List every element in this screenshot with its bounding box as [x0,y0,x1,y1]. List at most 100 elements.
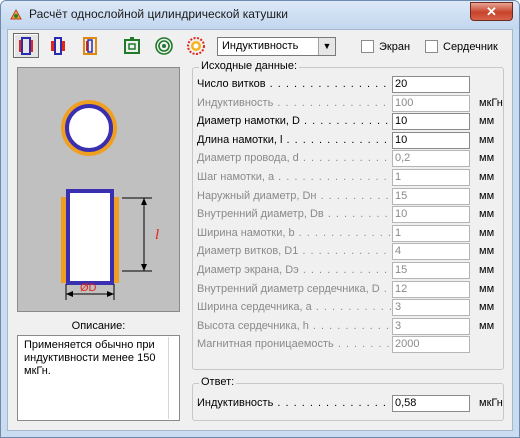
answer-row: Индуктивность . . . . . . . . . . . . . … [197,395,503,414]
client-area: Индуктивность ▼ Экран Сердечник l ØD Опи… [7,29,513,431]
param-label: Ширина сердечника, a . . . . . . . . . .… [197,301,391,313]
param-unit: мм [479,226,495,239]
param-unit: мм [479,171,495,183]
param-unit: мм [479,133,495,146]
param-input[interactable]: 2000 [392,336,470,354]
input-data-group: Исходные данные: Число витков . . . . . … [192,60,504,370]
core-checkbox[interactable]: Сердечник [425,40,498,53]
param-input[interactable]: 20 [392,76,470,93]
shielded-coil-tool-button[interactable] [77,33,103,58]
param-row: Наружный диаметр, Dн . . . . . . . . . .… [197,187,497,207]
param-input[interactable]: 12 [392,280,470,298]
param-unit: мм [479,264,495,276]
param-label-text: Число витков [197,78,266,90]
screen-checkbox[interactable]: Экран [361,40,410,53]
length-arrow-bottom [141,264,147,271]
param-input[interactable]: 10 [392,206,470,224]
param-label-text: Длина намотки, l [197,133,283,146]
param-input[interactable]: 1 [392,169,470,186]
param-unit: мм [479,282,495,295]
answer-label-text: Индуктивность [197,397,274,409]
param-input[interactable]: 0,2 [392,150,470,168]
param-input[interactable]: 100 [392,94,470,112]
param-label-text: Индуктивность [197,96,274,109]
answer-label-dots: . . . . . . . . . . . . . . . . . . . . … [277,397,391,409]
window-title: Расчёт однослойной цилиндрической катушк… [29,7,288,21]
param-row: Диаметр экрана, Dэ . . . . . . . . . . .… [197,262,497,281]
description-scrollbar[interactable] [168,337,178,419]
param-label-text: Внутренний диаметр, Dв [197,208,324,221]
param-row: Внутренний диаметр, Dв . . . . . . . . .… [197,206,497,225]
param-input[interactable]: 4 [392,243,470,261]
app-icon [10,8,22,20]
chevron-down-icon[interactable]: ▼ [318,38,335,55]
param-label-dots: . . . . . . . . . . . . . . . . . . . . … [277,96,391,109]
answer-label: Индуктивность . . . . . . . . . . . . . … [197,397,391,409]
answer-inductance-field[interactable]: 0,58 [392,395,470,412]
param-label-text: Диаметр витков, D1 [197,245,299,258]
coil-side-body [66,189,114,285]
param-unit: мм [479,115,495,128]
param-label: Диаметр экрана, Dэ . . . . . . . . . . .… [197,264,391,276]
param-label-dots: . . . . . . . . . . . . . . . . . . . . … [337,338,391,351]
param-row: Диаметр намотки, D . . . . . . . . . . .… [197,113,497,132]
param-row: Ширина намотки, b . . . . . . . . . . . … [197,224,497,244]
param-input[interactable]: 10 [392,113,470,131]
toroid-icon [187,36,205,55]
calculation-mode-select[interactable]: Индуктивность ▼ [217,37,336,56]
title-bar[interactable]: Расчёт однослойной цилиндрической катушк… [1,1,519,29]
answer-group-label: Ответ: [199,376,237,388]
param-label-dots: . . . . . . . . . . . . . . . . . . . . … [320,189,391,202]
ring-toroid-tool-button[interactable] [183,33,209,58]
param-label: Диаметр витков, D1 . . . . . . . . . . .… [197,245,391,257]
core-checkbox-box[interactable] [425,40,438,53]
close-button[interactable]: ✕ [470,2,513,21]
param-label-text: Диаметр экрана, Dэ [197,264,299,276]
shielded-coil-icon [83,36,97,55]
param-row: Диаметр провода, d . . . . . . . . . . .… [197,150,497,169]
param-label-dots: . . . . . . . . . . . . . . . . . . . . … [315,301,391,314]
param-label-text: Внутренний диаметр сердечника, D [197,282,380,295]
param-label: Индуктивность . . . . . . . . . . . . . … [197,97,391,109]
param-unit: мм [479,245,495,258]
param-row: Высота сердечника, h . . . . . . . . . .… [197,317,497,337]
flat-spiral-tool-button[interactable] [151,33,177,58]
param-label-text: Наружный диаметр, Dн [197,189,317,202]
param-row: Внутренний диаметр сердечника, D . . . .… [197,280,497,300]
spiral-icon [155,36,173,55]
param-input[interactable]: 15 [392,262,470,279]
param-label: Длина намотки, l . . . . . . . . . . . .… [197,134,391,146]
multilayer-coil-tool-button[interactable] [45,33,71,58]
param-input[interactable]: 1 [392,224,470,242]
param-input[interactable]: 3 [392,317,470,335]
param-label-dots: . . . . . . . . . . . . . . . . . . . . … [278,171,391,183]
param-unit: мм [479,152,495,165]
param-input[interactable]: 3 [392,299,470,317]
param-label-dots: . . . . . . . . . . . . . . . . . . . . … [383,282,391,295]
param-input[interactable]: 10 [392,131,470,149]
answer-group: Ответ: Индуктивность . . . . . . . . . .… [192,376,504,421]
param-row: Диаметр витков, D1 . . . . . . . . . . .… [197,243,497,262]
param-label-dots: . . . . . . . . . . . . . . . . . . . . … [269,78,391,90]
core-checkbox-label: Сердечник [443,40,498,53]
param-unit: мкГн [479,96,503,109]
toroid-square-tool-button[interactable] [119,33,145,58]
param-label-dots: . . . . . . . . . . . . . . . . . . . . … [298,226,391,239]
screen-checkbox-box[interactable] [361,40,374,53]
param-label-dots: . . . . . . . . . . . . . . . . . . . . … [327,208,391,221]
square-toroid-icon [124,36,140,54]
coil-top-view-winding [65,104,113,152]
param-input[interactable]: 15 [392,187,470,205]
param-label: Число витков . . . . . . . . . . . . . .… [197,78,391,90]
param-label-dots: . . . . . . . . . . . . . . . . . . . . … [302,264,391,276]
length-symbol: l [155,227,159,243]
param-label: Наружный диаметр, Dн . . . . . . . . . .… [197,190,391,202]
app-window: Расчёт однослойной цилиндрической катушк… [0,0,520,438]
single-layer-coil-icon [19,36,33,55]
description-label: Описание: [71,320,126,332]
description-textbox[interactable]: Применяется обычно при индуктивности мен… [17,335,180,421]
single-layer-coil-tool-button[interactable] [13,33,39,58]
param-label-dots: . . . . . . . . . . . . . . . . . . . . … [302,245,391,258]
param-label-dots: . . . . . . . . . . . . . . . . . . . . … [302,152,391,165]
screen-checkbox-label: Экран [379,40,411,53]
